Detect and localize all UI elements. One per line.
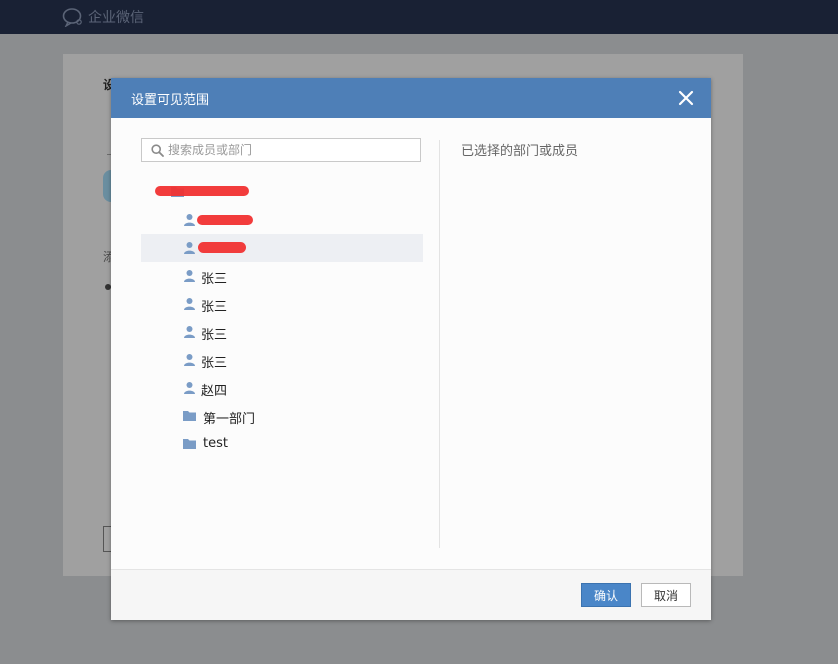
dialog-title: 设置可见范围 <box>131 93 210 108</box>
folder-icon <box>183 439 196 449</box>
tree-item-member[interactable]: 张三 <box>141 290 423 318</box>
tree-item-folder[interactable]: test <box>141 430 423 458</box>
tree-item-label: 赵四 <box>201 384 228 399</box>
search-input[interactable] <box>168 141 413 159</box>
tree-item-label: 张三 <box>201 272 228 287</box>
visibility-dialog: 设置可见范围 搜索成员或部门 张三 张三 张三 张三 赵四 第一部门 test … <box>111 78 711 620</box>
redaction-mark <box>197 215 253 225</box>
search-icon <box>151 144 164 157</box>
tree-item-label: 张三 <box>201 328 228 343</box>
tree-item-member-selected[interactable] <box>141 234 423 262</box>
person-icon <box>184 382 195 394</box>
person-icon <box>184 214 195 226</box>
tree-item-label: 第一部门 <box>203 412 256 427</box>
app-name: 企业微信 <box>88 10 144 26</box>
wecom-logo-icon <box>62 8 82 27</box>
person-icon <box>184 298 195 310</box>
selected-panel-title: 已选择的部门或成员 <box>461 144 579 159</box>
cancel-button[interactable]: 取消 <box>641 583 691 607</box>
search-box <box>141 138 421 162</box>
tree-item-folder[interactable]: 第一部门 <box>141 402 423 430</box>
person-icon <box>184 354 195 366</box>
top-bar: 企业微信 <box>0 0 838 34</box>
background-avatar <box>103 170 111 202</box>
dialog-footer: 确认 取消 <box>111 569 711 620</box>
redaction-mark <box>198 242 246 253</box>
background-heading-fragment: 设 <box>103 78 116 92</box>
background-text-fragment: 添 <box>103 250 116 264</box>
tree-item-root-folder[interactable] <box>141 178 423 206</box>
dialog-header: 设置可见范围 <box>111 78 711 118</box>
brand[interactable]: 企业微信 <box>62 7 144 27</box>
person-icon <box>184 242 195 254</box>
tree-item-member[interactable] <box>141 206 423 234</box>
close-icon[interactable] <box>678 90 694 106</box>
person-icon <box>184 326 195 338</box>
folder-icon <box>183 411 196 421</box>
person-icon <box>184 270 195 282</box>
tree-item-member[interactable]: 张三 <box>141 346 423 374</box>
tree-item-member[interactable]: 张三 <box>141 262 423 290</box>
tree-item-member[interactable]: 张三 <box>141 318 423 346</box>
redaction-mark <box>155 186 249 196</box>
tree-item-member[interactable]: 赵四 <box>141 374 423 402</box>
tree-item-label: 张三 <box>201 356 228 371</box>
confirm-button[interactable]: 确认 <box>581 583 631 607</box>
tree-item-label: 张三 <box>201 300 228 315</box>
org-tree: 张三 张三 张三 张三 赵四 第一部门 test <box>141 178 423 458</box>
panel-divider <box>439 140 440 548</box>
tree-item-label: test <box>203 436 228 451</box>
